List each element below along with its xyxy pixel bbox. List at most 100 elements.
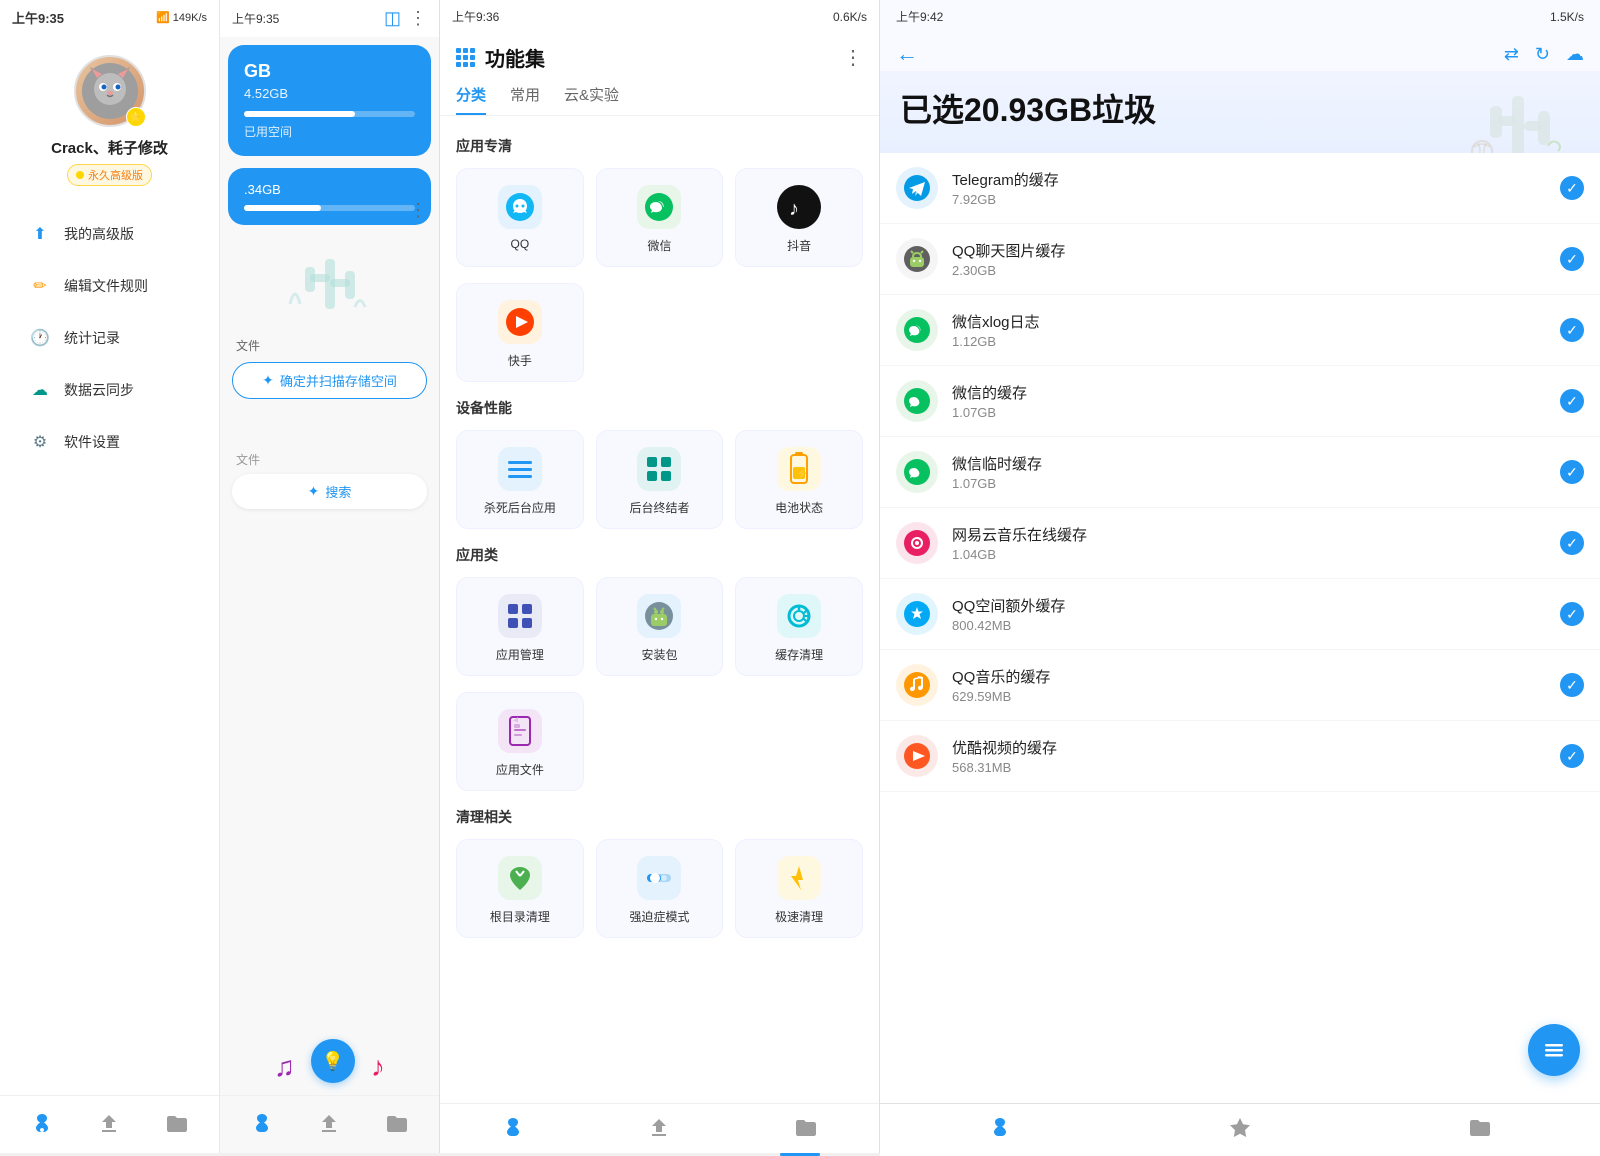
p3-nav-folder[interactable] bbox=[794, 1116, 818, 1140]
qqmusic-size: 629.59MB bbox=[952, 689, 1546, 704]
file-section: 文件 ✦ 搜索 bbox=[220, 443, 439, 517]
search-button[interactable]: ✦ 搜索 bbox=[232, 474, 427, 509]
more-icon-p2[interactable]: ⋮ bbox=[409, 8, 427, 29]
feature-fast-clean[interactable]: 极速清理 bbox=[735, 839, 863, 938]
junk-item-qqmusic[interactable]: QQ音乐的缓存 629.59MB ✓ bbox=[880, 650, 1600, 721]
nav-label-premium: 我的高级版 bbox=[64, 224, 134, 244]
feature-apk[interactable]: 安装包 bbox=[596, 577, 724, 676]
refresh-icon[interactable]: ↻ bbox=[1535, 44, 1550, 65]
fab-button[interactable] bbox=[1528, 1024, 1580, 1076]
feature-app-files[interactable]: 应用文件 bbox=[456, 692, 584, 791]
scan-button[interactable]: ✦ 确定并扫描存储空间 bbox=[232, 362, 427, 399]
sparkle-icon2: ✦ bbox=[308, 483, 320, 500]
wechat-xlog-size: 1.12GB bbox=[952, 334, 1546, 349]
p2-nav-folder[interactable] bbox=[377, 1108, 417, 1140]
panel3-title: 功能集 bbox=[485, 43, 833, 72]
feature-ocd-mode[interactable]: 强迫症模式 bbox=[596, 839, 724, 938]
p4-nav-folder[interactable] bbox=[1468, 1116, 1492, 1140]
avatar-container: ⭐ bbox=[74, 55, 146, 127]
feature-battery[interactable]: ⚡ 电池状态 bbox=[735, 430, 863, 529]
bottom-nav-fan[interactable] bbox=[22, 1108, 62, 1140]
p3-nav-fan[interactable] bbox=[501, 1116, 525, 1140]
check-qqmusic[interactable]: ✓ bbox=[1560, 673, 1584, 697]
scan-section: 文件 ✦ 确定并扫描存储空间 bbox=[220, 329, 439, 407]
junk-item-qq-chat[interactable]: QQ聊天图片缓存 2.30GB ✓ bbox=[880, 224, 1600, 295]
status-p2: 上午9:35 bbox=[232, 10, 279, 27]
feature-cache-clean[interactable]: 缓存清理 bbox=[735, 577, 863, 676]
more-dots-p2[interactable]: ⋮ bbox=[409, 200, 427, 221]
junk-item-netease[interactable]: 网易云音乐在线缓存 1.04GB ✓ bbox=[880, 508, 1600, 579]
time-p1: 上午9:35 bbox=[12, 8, 64, 27]
swap-icon[interactable]: ⇄ bbox=[1504, 44, 1519, 65]
check-netease[interactable]: ✓ bbox=[1560, 531, 1584, 555]
storage-bar-fill bbox=[244, 111, 355, 117]
qq-label: QQ bbox=[510, 237, 529, 251]
douyin-icon-wrap: ♪ bbox=[777, 185, 821, 229]
junk-item-qqzone[interactable]: QQ空间额外缓存 800.42MB ✓ bbox=[880, 579, 1600, 650]
junk-item-wechat-temp[interactable]: 微信临时缓存 1.07GB ✓ bbox=[880, 437, 1600, 508]
bottom-nav-p2 bbox=[220, 1095, 439, 1156]
sparkle-icon: ✦ bbox=[262, 372, 274, 389]
wechat-temp-size: 1.07GB bbox=[952, 476, 1546, 491]
tab-cloud[interactable]: 云&实验 bbox=[564, 84, 619, 115]
wechat-temp-icon bbox=[896, 451, 938, 493]
check-qqzone[interactable]: ✓ bbox=[1560, 602, 1584, 626]
telegram-size: 7.92GB bbox=[952, 192, 1546, 207]
time-p3: 上午9:36 bbox=[452, 8, 499, 25]
rules-icon: ✏ bbox=[28, 274, 52, 298]
back-button[interactable]: ← bbox=[896, 41, 918, 67]
wechat-xlog-name: 微信xlog日志 bbox=[952, 311, 1546, 332]
grid-icon bbox=[456, 48, 475, 67]
tab-common[interactable]: 常用 bbox=[510, 84, 540, 115]
nav-item-stats[interactable]: 🕐 统计记录 bbox=[12, 314, 207, 362]
nav-item-settings[interactable]: ⚙ 软件设置 bbox=[12, 418, 207, 466]
p4-nav-fan[interactable] bbox=[988, 1116, 1012, 1140]
feature-app-manage[interactable]: 应用管理 bbox=[456, 577, 584, 676]
p2-header-icons: ◫ ⋮ bbox=[384, 8, 427, 29]
panel-features: 上午9:36 0.6K/s 功能集 ⋮ 分类 常用 云&实验 应用专清 bbox=[440, 0, 880, 1156]
netease-name: 网易云音乐在线缓存 bbox=[952, 524, 1546, 545]
panel-junk-cleaner: 上午9:42 1.5K/s ← ⇄ ↻ ☁ 已选20.93GB垃圾 bbox=[880, 0, 1600, 1156]
youku-size: 568.31MB bbox=[952, 760, 1546, 775]
p3-nav-upload[interactable] bbox=[647, 1116, 671, 1140]
junk-item-youku[interactable]: 优酷视频的缓存 568.31MB ✓ bbox=[880, 721, 1600, 792]
bottom-nav-folder[interactable] bbox=[157, 1108, 197, 1140]
feature-bg-killer[interactable]: 后台终结者 bbox=[596, 430, 724, 529]
carousel-icon[interactable]: ◫ bbox=[384, 8, 401, 29]
check-youku[interactable]: ✓ bbox=[1560, 744, 1584, 768]
wechat-xlog-info: 微信xlog日志 1.12GB bbox=[952, 311, 1546, 349]
qqmusic-icon bbox=[896, 664, 938, 706]
feature-wechat[interactable]: 微信 bbox=[596, 168, 724, 267]
feature-root-clean[interactable]: 根目录清理 bbox=[456, 839, 584, 938]
qqzone-icon bbox=[896, 593, 938, 635]
check-telegram[interactable]: ✓ bbox=[1560, 176, 1584, 200]
junk-item-wechat-cache[interactable]: 微信的缓存 1.07GB ✓ bbox=[880, 366, 1600, 437]
junk-item-wechat-xlog[interactable]: 微信xlog日志 1.12GB ✓ bbox=[880, 295, 1600, 366]
section-title-app-clean: 应用专清 bbox=[456, 136, 863, 156]
upload-cloud-icon[interactable]: ☁ bbox=[1566, 44, 1584, 65]
tab-classify[interactable]: 分类 bbox=[456, 84, 486, 115]
check-qq-chat[interactable]: ✓ bbox=[1560, 247, 1584, 271]
storage-size: GB bbox=[244, 61, 415, 82]
p4-nav-star[interactable] bbox=[1228, 1116, 1252, 1140]
root-clean-icon-wrap bbox=[498, 856, 542, 900]
feature-qq[interactable]: QQ bbox=[456, 168, 584, 267]
feature-kill-bg[interactable]: 杀死后台应用 bbox=[456, 430, 584, 529]
stats-icon: 🕐 bbox=[28, 326, 52, 350]
p2-nav-upload[interactable] bbox=[309, 1108, 349, 1140]
more-icon-p3[interactable]: ⋮ bbox=[843, 45, 863, 70]
check-wechat-temp[interactable]: ✓ bbox=[1560, 460, 1584, 484]
feature-kuaishou[interactable]: 快手 bbox=[456, 283, 584, 382]
p2-nav-fan[interactable] bbox=[242, 1108, 282, 1140]
nav-item-premium[interactable]: ⬆ 我的高级版 bbox=[12, 210, 207, 258]
float-button[interactable]: 💡 bbox=[311, 1039, 355, 1083]
feature-douyin[interactable]: ♪ 抖音 bbox=[735, 168, 863, 267]
bottom-nav-upload[interactable] bbox=[89, 1108, 129, 1140]
check-wechat-xlog[interactable]: ✓ bbox=[1560, 318, 1584, 342]
nav-item-cloud[interactable]: ☁ 数据云同步 bbox=[12, 366, 207, 414]
kill-bg-icon-wrap bbox=[498, 447, 542, 491]
nav-item-rules[interactable]: ✏ 编辑文件规则 bbox=[12, 262, 207, 310]
junk-item-telegram[interactable]: Telegram的缓存 7.92GB ✓ bbox=[880, 153, 1600, 224]
check-wechat-cache[interactable]: ✓ bbox=[1560, 389, 1584, 413]
netease-size: 1.04GB bbox=[952, 547, 1546, 562]
